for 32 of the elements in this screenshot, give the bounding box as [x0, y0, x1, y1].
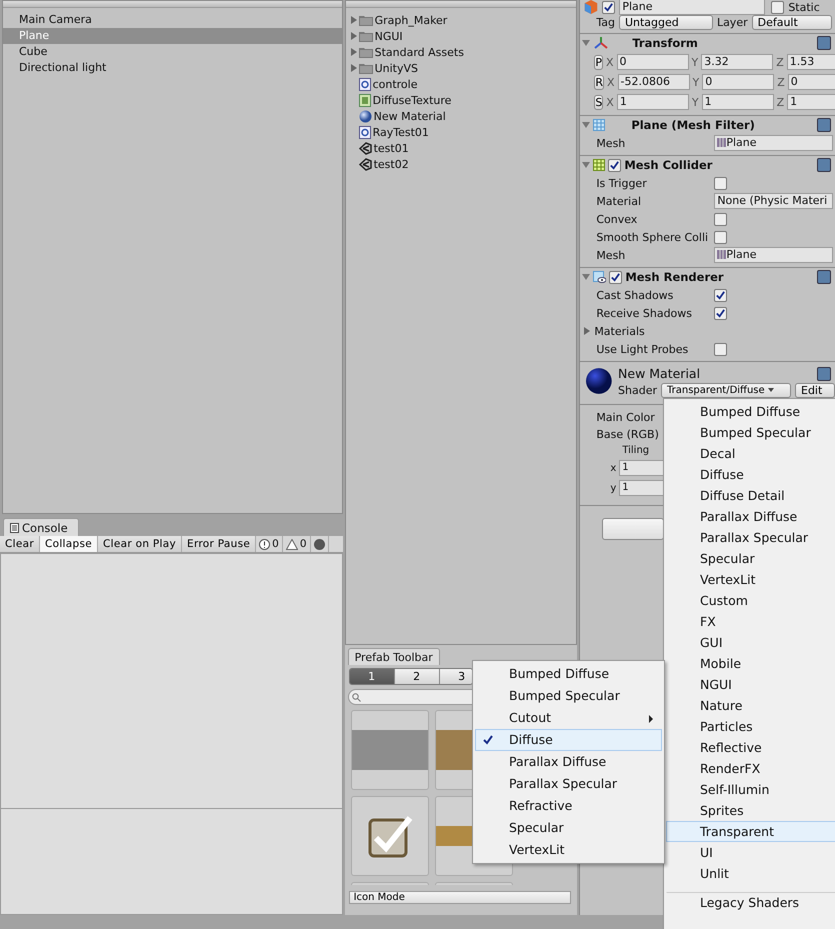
- axis-label: Z: [776, 56, 784, 68]
- property-label: Smooth Sphere Colli: [596, 230, 710, 244]
- property-label: Is Trigger: [596, 176, 648, 190]
- axis-label: Y: [692, 56, 698, 68]
- layer-label: Layer: [716, 16, 748, 28]
- tag-label: Tag: [596, 16, 615, 28]
- component-title: Transform: [631, 36, 699, 50]
- axis-label: y: [610, 482, 616, 494]
- static-label: Static: [788, 0, 820, 14]
- component-title: Mesh Renderer: [625, 270, 725, 284]
- property-label: Material: [596, 194, 642, 208]
- material-name: New Material: [618, 366, 702, 381]
- tiling-label: Tiling: [622, 445, 650, 456]
- property-label: Base (RGB): [596, 428, 659, 441]
- component-title: Mesh Collider: [624, 158, 714, 172]
- property-label: Cast Shadows: [596, 288, 674, 302]
- axis-label: Y: [692, 96, 699, 108]
- property-label: Main Color: [596, 411, 655, 424]
- axis-label: X: [606, 76, 615, 88]
- axis-label: Z: [776, 96, 784, 108]
- axis-label: X: [606, 56, 614, 68]
- property-label: Mesh: [596, 248, 626, 262]
- axis-label: Z: [777, 76, 785, 88]
- axis-label: x: [610, 462, 616, 474]
- component-title: Plane (Mesh Filter): [631, 118, 756, 132]
- property-label: Mesh: [596, 136, 626, 150]
- axis-label: X: [606, 96, 614, 108]
- property-label: Convex: [596, 212, 638, 226]
- property-label: Use Light Probes: [596, 342, 690, 356]
- property-label: Receive Shadows: [596, 306, 694, 320]
- axis-label: Y: [692, 76, 700, 88]
- shader-label: Shader: [618, 384, 657, 397]
